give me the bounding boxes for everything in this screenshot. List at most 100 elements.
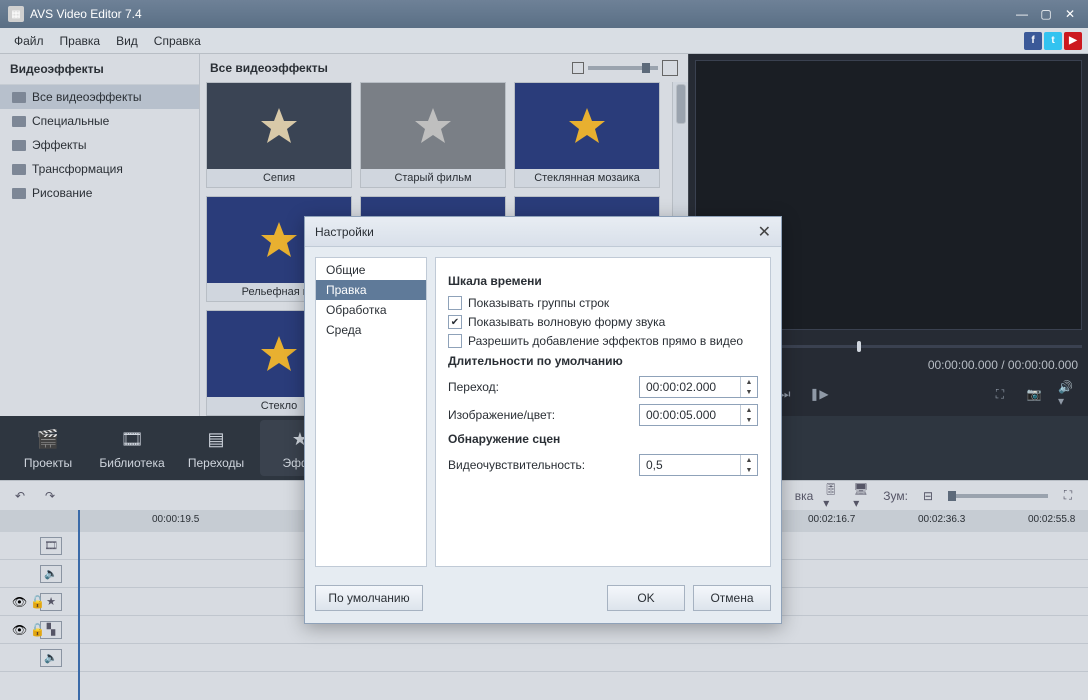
sidebar-item-label: Эффекты: [32, 138, 87, 152]
zoom-out-button[interactable]: ⊟: [918, 486, 938, 506]
input-value: 0,5: [640, 458, 740, 472]
sidebar-item-effects[interactable]: Эффекты: [0, 133, 199, 157]
undo-button[interactable]: ↶: [10, 486, 30, 506]
tab-transitions[interactable]: ▤ Переходы: [176, 420, 256, 476]
large-size-icon: [662, 60, 678, 76]
transition-duration-input[interactable]: 00:00:02.000▲▼: [639, 376, 758, 398]
tab-library[interactable]: 🎞Библиотека: [92, 420, 172, 476]
sidebar-item-label: Специальные: [32, 114, 109, 128]
sensitivity-input[interactable]: 0,5▲▼: [639, 454, 758, 476]
checkbox-label: Показывать волновую форму звука: [468, 315, 665, 329]
tab-label: Переходы: [188, 456, 244, 470]
button-label: OK: [637, 591, 654, 605]
checkbox-allow-direct-effects[interactable]: [448, 334, 462, 348]
video-track-icon: 🎞: [40, 537, 62, 555]
speaker-icon: 🔈: [40, 565, 62, 583]
section-timeline: Шкала времени: [448, 274, 758, 288]
thumbnail-size-slider[interactable]: [572, 60, 678, 76]
settings-nav-environment[interactable]: Среда: [316, 320, 426, 340]
spinner-down-icon[interactable]: ▼: [741, 415, 757, 425]
effect-thumb[interactable]: Стеклянная мозаика: [514, 82, 660, 188]
settings-nav-processing[interactable]: Обработка: [316, 300, 426, 320]
fullscreen-button[interactable]: ⛶: [990, 384, 1010, 404]
folder-icon: [12, 164, 26, 175]
twitter-icon[interactable]: t: [1044, 32, 1062, 50]
spinner-up-icon[interactable]: ▲: [741, 455, 757, 465]
audio-settings-button[interactable]: 🎚▾: [823, 486, 843, 506]
spinner-down-icon[interactable]: ▼: [741, 387, 757, 397]
minimize-button[interactable]: —: [1012, 5, 1032, 23]
eye-icon[interactable]: 👁: [12, 623, 27, 637]
display-settings-button[interactable]: 🖥▾: [853, 486, 873, 506]
lock-icon[interactable]: 🔓: [30, 595, 45, 609]
cancel-button[interactable]: Отмена: [693, 585, 771, 611]
section-defaults: Длительности по умолчанию: [448, 354, 758, 368]
playhead[interactable]: [78, 510, 80, 700]
sidebar-item-transform[interactable]: Трансформация: [0, 157, 199, 181]
app-logo-icon: ▦: [8, 6, 24, 22]
thumb-caption: Сепия: [207, 169, 351, 187]
settings-nav: Общие Правка Обработка Среда: [315, 257, 427, 567]
close-button[interactable]: ✕: [1060, 5, 1080, 23]
app-title: AVS Video Editor 7.4: [30, 7, 142, 21]
effects-sidebar: Видеоэффекты Все видеоэффекты Специальны…: [0, 54, 200, 416]
transitions-icon: ▤: [203, 426, 229, 452]
sidebar-item-drawing[interactable]: Рисование: [0, 181, 199, 205]
eye-icon[interactable]: 👁: [12, 595, 27, 609]
sidebar-item-special[interactable]: Специальные: [0, 109, 199, 133]
dialog-titlebar: Настройки ✕: [305, 217, 781, 247]
field-label: Переход:: [448, 380, 639, 394]
sidebar-title: Видеоэффекты: [0, 54, 199, 85]
spinner-down-icon[interactable]: ▼: [741, 465, 757, 475]
gallery-title: Все видеоэффекты: [210, 61, 328, 75]
speaker-icon: 🔈: [40, 649, 62, 667]
spinner-up-icon[interactable]: ▲: [741, 405, 757, 415]
dialog-close-button[interactable]: ✕: [758, 222, 771, 242]
menu-edit[interactable]: Правка: [52, 31, 109, 51]
audio2-track[interactable]: 🔈: [0, 644, 1088, 672]
spinner-up-icon[interactable]: ▲: [741, 377, 757, 387]
image-duration-input[interactable]: 00:00:05.000▲▼: [639, 404, 758, 426]
time-sep: /: [998, 358, 1008, 372]
facebook-icon[interactable]: f: [1024, 32, 1042, 50]
tab-label: Проекты: [24, 456, 72, 470]
clapperboard-icon: 🎬: [35, 426, 61, 452]
snapshot-button[interactable]: 📷: [1024, 384, 1044, 404]
sidebar-item-label: Трансформация: [32, 162, 123, 176]
zoom-slider[interactable]: [948, 494, 1048, 498]
field-label: Изображение/цвет:: [448, 408, 639, 422]
checkbox-show-waveform[interactable]: ✔: [448, 315, 462, 329]
redo-button[interactable]: ↷: [40, 486, 60, 506]
toolbar-label: вка: [795, 489, 814, 503]
menu-help[interactable]: Справка: [146, 31, 209, 51]
sidebar-item-all[interactable]: Все видеоэффекты: [0, 85, 199, 109]
checkbox-label: Показывать группы строк: [468, 296, 609, 310]
settings-nav-edit[interactable]: Правка: [316, 280, 426, 300]
checkbox-show-groups[interactable]: [448, 296, 462, 310]
small-size-icon: [572, 62, 584, 74]
zoom-fit-button[interactable]: ⛶: [1058, 486, 1078, 506]
ok-button[interactable]: OK: [607, 585, 685, 611]
input-value: 00:00:05.000: [640, 408, 740, 422]
effect-thumb[interactable]: Старый фильм: [360, 82, 506, 188]
menu-view[interactable]: Вид: [108, 31, 146, 51]
button-label: Отмена: [710, 591, 753, 605]
thumb-caption: Старый фильм: [361, 169, 505, 187]
zoom-label: Зум:: [883, 489, 908, 503]
defaults-button[interactable]: По умолчанию: [315, 585, 423, 611]
folder-icon: [12, 92, 26, 103]
volume-button[interactable]: 🔊▾: [1058, 384, 1078, 404]
input-value: 00:00:02.000: [640, 380, 740, 394]
menu-file[interactable]: Файл: [6, 31, 52, 51]
tab-label: Библиотека: [99, 456, 164, 470]
settings-nav-general[interactable]: Общие: [316, 260, 426, 280]
duration-label: 00:00:00.000: [1008, 358, 1078, 372]
lock-icon[interactable]: 🔓: [30, 623, 45, 637]
tab-projects[interactable]: 🎬 Проекты: [8, 420, 88, 476]
step-button[interactable]: ❚▶: [809, 384, 829, 404]
youtube-icon[interactable]: ▶: [1064, 32, 1082, 50]
effect-thumb[interactable]: Сепия: [206, 82, 352, 188]
maximize-button[interactable]: ▢: [1036, 5, 1056, 23]
titlebar: ▦ AVS Video Editor 7.4 — ▢ ✕: [0, 0, 1088, 28]
folder-icon: [12, 188, 26, 199]
